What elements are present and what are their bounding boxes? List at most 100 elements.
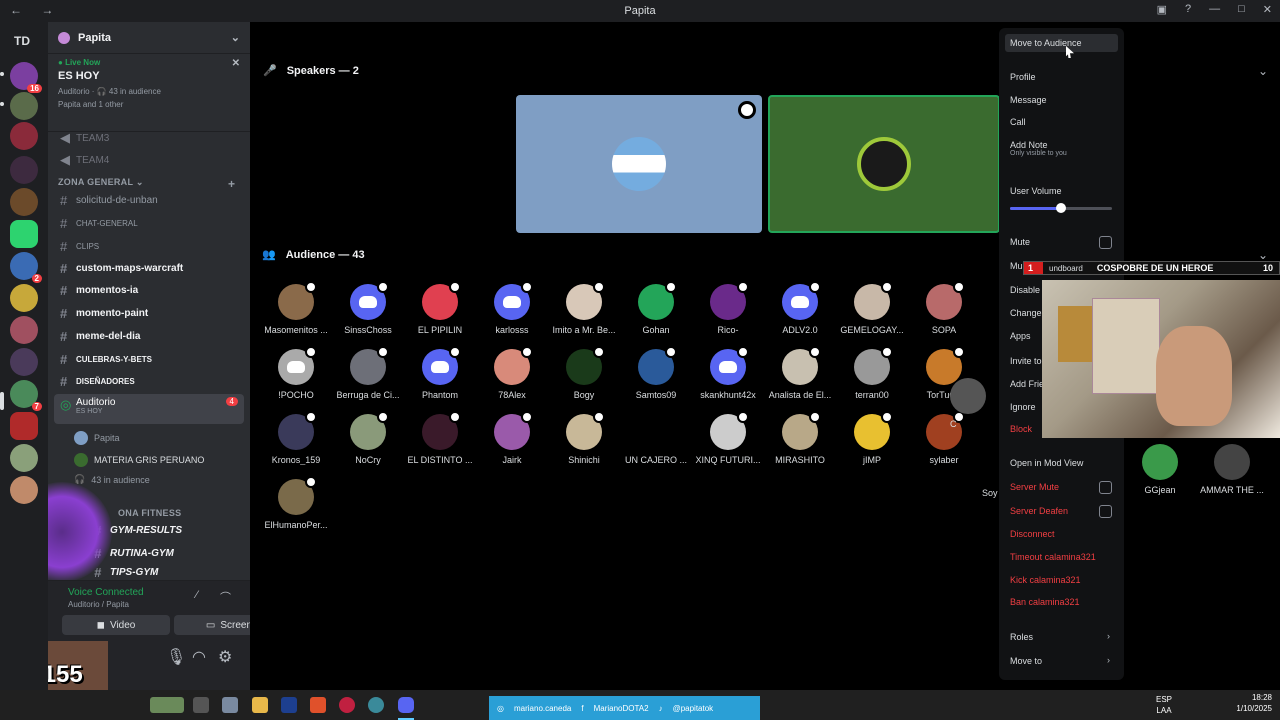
server-deafen-checkbox[interactable] [1099,505,1112,518]
noise-suppression-icon[interactable]: ⁄ [196,589,198,601]
audience-member[interactable]: EL PIPILIN [404,281,476,335]
server-icon[interactable] [10,476,38,504]
audience-member[interactable]: MIRASHITO [764,411,836,465]
audience-member[interactable]: SinssChoss [332,281,404,335]
move-to-item[interactable]: Move to › [1005,652,1118,670]
audience-member[interactable]: skankhunt42x [692,346,764,400]
stage-channel[interactable]: ◀ TEAM3 [54,128,244,148]
audience-member[interactable]: Shinichi [548,411,620,465]
audience-member[interactable]: Masomenitos ... [260,281,332,335]
call-item[interactable]: Call [1005,113,1118,131]
volume-slider[interactable] [1010,203,1112,213]
add-channel-icon[interactable]: + [228,177,235,191]
system-tray[interactable]: ESP LAA 18:28 1/10/2025 [1156,692,1272,715]
audience-member[interactable]: SOPA [908,281,980,335]
audience-member[interactable]: !POCHO [260,346,332,400]
maximize-button[interactable]: □ [1238,3,1245,16]
speaker-tile[interactable] [516,95,762,233]
channel-item[interactable]: # meme-del-dia [54,326,244,346]
video-button[interactable]: ◼ Video [62,615,170,635]
audience-member[interactable]: XINQ FUTURI... [692,411,764,465]
chevron-down-icon[interactable]: ⌄ [231,31,240,44]
taskbar-thumbnail[interactable] [150,697,184,713]
audience-member[interactable]: Samtos09 [620,346,692,400]
audience-member[interactable]: UN CAJERO ... [620,414,692,465]
voice-user[interactable]: Papita [74,431,120,445]
server-mute-checkbox[interactable] [1099,481,1112,494]
server-icon[interactable] [10,92,38,120]
stage-channel-auditorio[interactable]: ◎ Auditorio ES HOY 4 [54,394,244,424]
disconnect-item[interactable]: Disconnect [1005,525,1118,543]
message-item[interactable]: Message [1005,91,1118,109]
server-mute-item[interactable]: Server Mute [1005,478,1118,496]
server-rail-label[interactable]: TD [14,34,30,48]
audience-member[interactable]: C [950,378,990,429]
mute-checkbox[interactable] [1099,236,1112,249]
close-icon[interactable]: ✕ [232,58,240,69]
add-note-item[interactable]: Add Note Only visible to you [1005,136,1118,161]
taskbar-app-icon[interactable] [193,697,209,713]
server-icon[interactable] [10,444,38,472]
audience-member[interactable]: Rico- [692,281,764,335]
audience-member[interactable]: GEMELOGAY... [836,281,908,335]
gear-icon[interactable]: ⚙ [218,647,232,667]
volume-handle[interactable] [1056,203,1066,213]
speaker-tile[interactable] [768,95,1000,233]
screen-share-button[interactable]: ▭ Screen [174,615,250,635]
server-icon[interactable] [10,156,38,184]
open-mod-view-item[interactable]: Open in Mod View [1005,454,1118,472]
category-header[interactable]: ONA FITNESS [118,508,181,518]
stage-channel[interactable]: ◀ TEAM4 [54,150,244,170]
discord-taskbar-icon[interactable] [398,697,414,713]
taskbar-app-icon[interactable] [339,697,355,713]
ban-item[interactable]: Ban calamina321 [1005,593,1118,611]
server-icon[interactable]: 7 [10,380,42,411]
move-to-audience-item[interactable]: Move to Audience [1005,34,1118,52]
mute-item[interactable]: Mute [1005,233,1118,251]
timeout-item[interactable]: Timeout calamina321 [1005,548,1118,566]
server-icon[interactable] [10,188,38,216]
channel-item[interactable]: # DISEÑADORES [54,371,244,391]
audience-member[interactable]: Bogy [548,346,620,400]
channel-item[interactable]: # CLIPS [54,236,244,256]
channel-item[interactable]: # TIPS-GYM [88,566,244,578]
audience-member[interactable]: ADLV2.0 [764,281,836,335]
channel-item[interactable]: # CHAT-GENERAL [54,213,244,233]
audience-member[interactable]: GGjean [1124,444,1196,495]
audience-member[interactable]: Jairk [476,411,548,465]
server-icon[interactable]: 2 [10,252,42,283]
audience-member[interactable]: EL DISTINTO ... [404,411,476,465]
guild-header[interactable]: Papita ⌄ [48,22,250,54]
profile-item[interactable]: Profile [1005,68,1118,86]
chevron-down-icon[interactable]: ⌄ [1258,248,1268,262]
category-header[interactable]: ZONA GENERAL ⌄ + [58,177,235,191]
channel-item[interactable]: #RUTINA-GYM [88,543,244,563]
chevron-down-icon[interactable]: ⌄ [1258,64,1268,78]
server-icon[interactable] [10,316,38,344]
microphone-icon[interactable]: 🎙 [166,647,186,667]
close-button[interactable]: ✕ [1263,3,1272,16]
live-event-card[interactable]: ● Live Now ✕ ES HOY Auditorio · 🎧 43 in a… [48,54,250,132]
audience-member[interactable]: jIMP [836,411,908,465]
voice-user[interactable]: MATERIA GRIS PERUANO [74,453,204,467]
channel-item[interactable]: # custom-maps-warcraft [54,258,244,278]
voice-audience-count[interactable]: 🎧 43 in audience [74,474,150,485]
audience-member[interactable]: Analista de El... [764,346,836,400]
kick-item[interactable]: Kick calamina321 [1005,571,1118,589]
minimize-button[interactable]: — [1209,3,1220,16]
kick-server-icon[interactable] [10,220,38,248]
audience-member[interactable]: 78Alex [476,346,548,400]
taskbar-app-icon[interactable] [222,697,238,713]
server-deafen-item[interactable]: Server Deafen [1005,502,1118,520]
audience-member[interactable]: Phantom [404,346,476,400]
server-icon[interactable]: 16 [10,62,42,93]
server-icon[interactable] [10,284,38,312]
channel-item[interactable]: # momento-paint [54,303,244,323]
roles-item[interactable]: Roles › [1005,628,1118,646]
server-icon[interactable] [10,122,38,150]
headphones-icon[interactable]: ◠ [192,647,206,667]
audience-member[interactable]: Gohan [620,281,692,335]
taskbar-app-icon[interactable] [368,697,384,713]
channel-item[interactable]: # momentos-ia [54,280,244,300]
audience-member[interactable]: Kronos_159 [260,411,332,465]
